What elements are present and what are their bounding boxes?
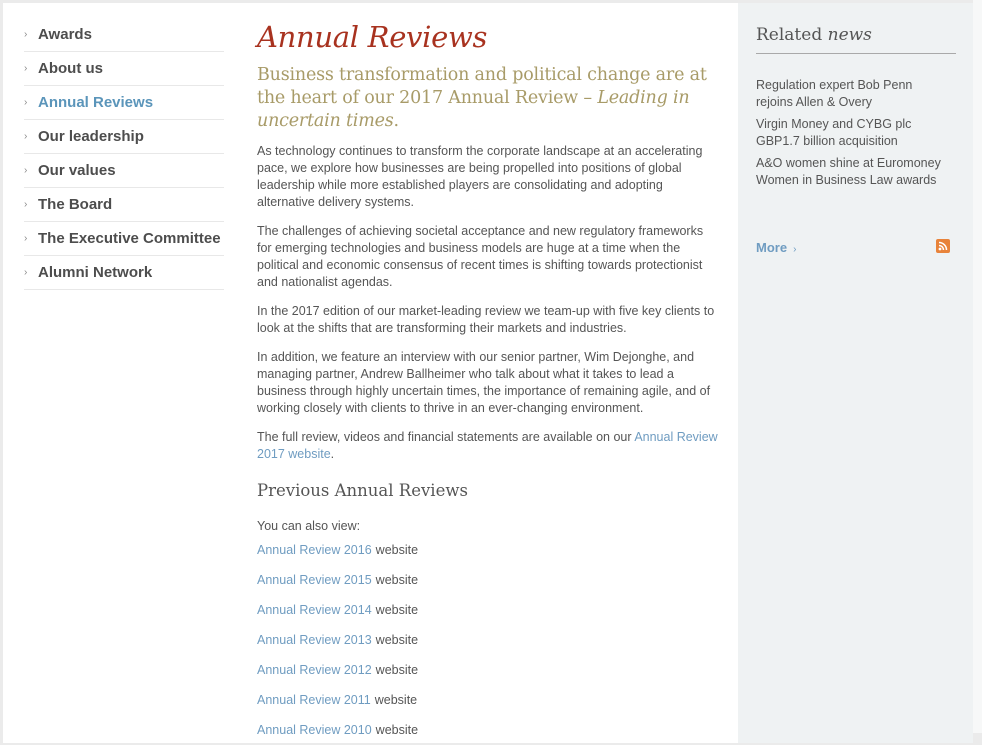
chevron-right-icon: ›: [24, 267, 28, 278]
sidebar-item-awards[interactable]: › Awards: [24, 18, 224, 52]
chevron-right-icon: ›: [24, 199, 28, 210]
page-title: Annual Reviews: [257, 20, 488, 54]
previous-reviews-list: Annual Review 2016 website Annual Review …: [257, 535, 719, 745]
page-edge: [973, 0, 982, 733]
sidebar-item-label: Our leadership: [38, 128, 144, 145]
sidebar-item-label: Annual Reviews: [38, 94, 154, 111]
link-suffix: website: [375, 633, 419, 647]
rss-icon[interactable]: [936, 239, 950, 253]
full-review-text: The full review, videos and financial st…: [257, 430, 635, 444]
more-label: More: [756, 240, 788, 255]
sidebar-nav: › Awards › About us › Annual Reviews › O…: [24, 18, 224, 290]
news-item[interactable]: Virgin Money and CYBG plc GBP1.7 billion…: [756, 116, 946, 150]
news-item[interactable]: A&O women shine at Euromoney Women in Bu…: [756, 155, 946, 189]
link-suffix: website: [375, 723, 419, 737]
news-list: Regulation expert Bob Penn rejoins Allen…: [756, 77, 946, 194]
main-content: Annual Reviews Business transformation a…: [257, 18, 719, 745]
sidebar-item-label: The Executive Committee: [38, 230, 221, 247]
chevron-right-icon: ›: [24, 165, 28, 176]
list-item: Annual Review 2016 website: [257, 535, 719, 565]
list-item: Annual Review 2010 website: [257, 715, 719, 745]
more-news-link[interactable]: More ›: [756, 240, 796, 255]
list-item: Annual Review 2014 website: [257, 595, 719, 625]
list-item: Annual Review 2013 website: [257, 625, 719, 655]
link-suffix: website: [374, 693, 418, 707]
sidebar-item-about-us[interactable]: › About us: [24, 52, 224, 86]
list-item: Annual Review 2012 website: [257, 655, 719, 685]
view-text: You can also view:: [257, 519, 361, 533]
chevron-right-icon: ›: [24, 97, 28, 108]
link-suffix: website: [375, 663, 419, 677]
related-news-heading: Related news: [756, 25, 956, 54]
chevron-right-icon: ›: [24, 63, 28, 74]
annual-review-2015-link[interactable]: Annual Review 2015: [257, 573, 372, 587]
rss-glyph: [938, 241, 948, 251]
heading-italic: news: [827, 25, 872, 45]
annual-review-2013-link[interactable]: Annual Review 2013: [257, 633, 372, 647]
paragraph: In addition, we feature an interview wit…: [257, 350, 711, 415]
sidebar-item-annual-reviews[interactable]: › Annual Reviews: [24, 86, 224, 120]
link-suffix: website: [375, 543, 419, 557]
list-item: Annual Review 2011 website: [257, 685, 719, 715]
annual-review-2011-link[interactable]: Annual Review 2011: [257, 693, 371, 707]
full-review-paragraph: The full review, videos and financial st…: [257, 429, 719, 463]
full-review-end: .: [330, 447, 335, 461]
intro-heading: Business transformation and political ch…: [257, 64, 719, 133]
previous-reviews-heading: Previous Annual Reviews: [257, 481, 468, 500]
annual-review-2016-link[interactable]: Annual Review 2016: [257, 543, 372, 557]
chevron-right-icon: ›: [24, 29, 28, 40]
annual-review-2014-link[interactable]: Annual Review 2014: [257, 603, 372, 617]
related-news-panel: Related news Regulation expert Bob Penn …: [738, 3, 973, 743]
sidebar-item-label: Awards: [38, 26, 92, 43]
link-suffix: website: [375, 573, 419, 587]
sidebar-item-the-board[interactable]: › The Board: [24, 188, 224, 222]
chevron-right-icon: ›: [24, 131, 28, 142]
link-suffix: website: [375, 603, 419, 617]
paragraph: The challenges of achieving societal acc…: [257, 224, 704, 289]
annual-review-2012-link[interactable]: Annual Review 2012: [257, 663, 372, 677]
intro-end: .: [393, 111, 400, 131]
sidebar-item-label: Our values: [38, 162, 116, 179]
annual-review-2010-link[interactable]: Annual Review 2010: [257, 723, 372, 737]
paragraph: In the 2017 edition of our market-leadin…: [257, 304, 715, 335]
sidebar-item-our-leadership[interactable]: › Our leadership: [24, 120, 224, 154]
sidebar-item-our-values[interactable]: › Our values: [24, 154, 224, 188]
sidebar-item-alumni-network[interactable]: › Alumni Network: [24, 256, 224, 290]
sidebar-item-label: About us: [38, 60, 103, 77]
sidebar-item-executive-committee[interactable]: › The Executive Committee: [24, 222, 224, 256]
chevron-right-icon: ›: [793, 244, 797, 255]
sidebar-item-label: The Board: [38, 196, 113, 213]
list-item: Annual Review 2015 website: [257, 565, 719, 595]
sidebar-item-label: Alumni Network: [38, 264, 153, 281]
paragraph: As technology continues to transform the…: [257, 144, 703, 209]
news-item[interactable]: Regulation expert Bob Penn rejoins Allen…: [756, 77, 946, 111]
heading-text: Related: [756, 25, 828, 45]
chevron-right-icon: ›: [24, 233, 28, 244]
